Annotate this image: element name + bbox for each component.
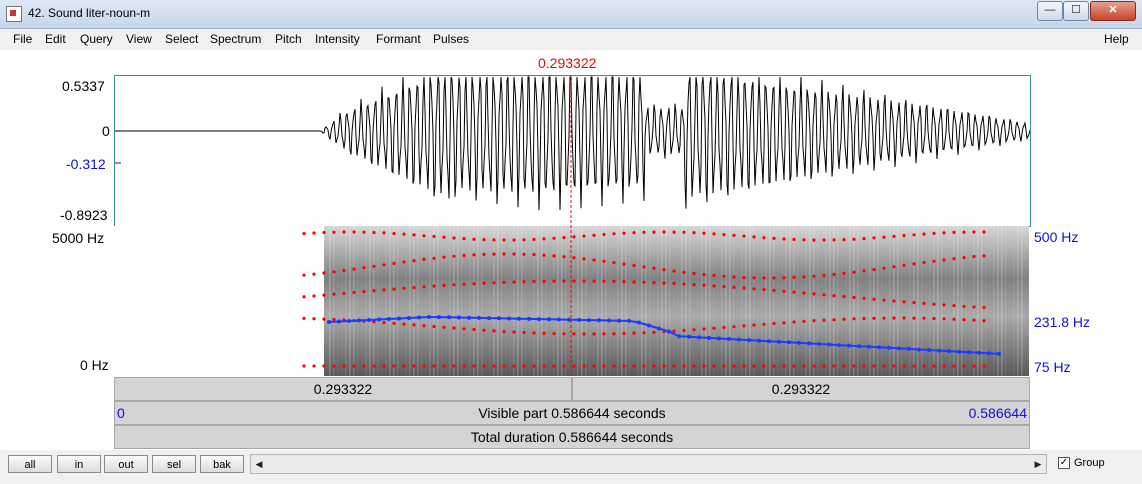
maximize-button[interactable]: ☐: [1063, 1, 1089, 21]
zoom-all-button[interactable]: all: [8, 455, 52, 473]
close-button[interactable]: ✕: [1090, 1, 1136, 21]
sound-editor-canvas[interactable]: 0.293322 0.5337 0 -0.312 -0.8923 5000 Hz…: [0, 50, 1142, 450]
menu-bar: File Edit Query View Select Spectrum Pit…: [0, 29, 1142, 49]
bottom-toolbar: all in out sel bak ◀ ▶ ✓ Group: [0, 450, 1142, 484]
menu-file[interactable]: File: [13, 32, 32, 46]
zoom-back-button[interactable]: bak: [200, 455, 244, 473]
zoom-out-button[interactable]: out: [104, 455, 148, 473]
window-title: 42. Sound liter-noun-m: [28, 6, 151, 20]
visible-end-label: 0.586644: [968, 405, 1027, 421]
visible-part-bar[interactable]: 0 Visible part 0.586644 seconds 0.586644: [114, 401, 1030, 425]
menu-view[interactable]: View: [126, 32, 152, 46]
title-bar: 42. Sound liter-noun-m — ☐ ✕: [0, 0, 1142, 29]
menu-select[interactable]: Select: [165, 32, 198, 46]
zoom-selection-button[interactable]: sel: [152, 455, 196, 473]
visible-part-label: Visible part 0.586644 seconds: [478, 405, 666, 421]
menu-pulses[interactable]: Pulses: [433, 32, 469, 46]
time-scrollbar[interactable]: ◀ ▶: [250, 454, 1047, 474]
visible-start-label: 0: [117, 405, 125, 421]
menu-edit[interactable]: Edit: [45, 32, 66, 46]
segment-left-bar[interactable]: 0.293322: [114, 377, 572, 401]
menu-help[interactable]: Help: [1104, 32, 1129, 46]
segment-right-bar[interactable]: 0.293322: [572, 377, 1030, 401]
zoom-in-button[interactable]: in: [57, 455, 101, 473]
group-label: Group: [1074, 457, 1105, 469]
total-duration-bar[interactable]: Total duration 0.586644 seconds: [114, 425, 1030, 449]
menu-intensity[interactable]: Intensity: [315, 32, 360, 46]
menu-pitch[interactable]: Pitch: [275, 32, 302, 46]
scroll-left-arrow-icon[interactable]: ◀: [252, 456, 266, 472]
group-checkbox[interactable]: ✓: [1058, 457, 1070, 469]
menu-query[interactable]: Query: [80, 32, 113, 46]
cursor-overlay: [570, 75, 572, 376]
scroll-right-arrow-icon[interactable]: ▶: [1031, 456, 1045, 472]
praat-app-icon: [6, 6, 22, 22]
menu-spectrum[interactable]: Spectrum: [210, 32, 261, 46]
menu-formant[interactable]: Formant: [376, 32, 421, 46]
minimize-button[interactable]: —: [1037, 1, 1063, 21]
